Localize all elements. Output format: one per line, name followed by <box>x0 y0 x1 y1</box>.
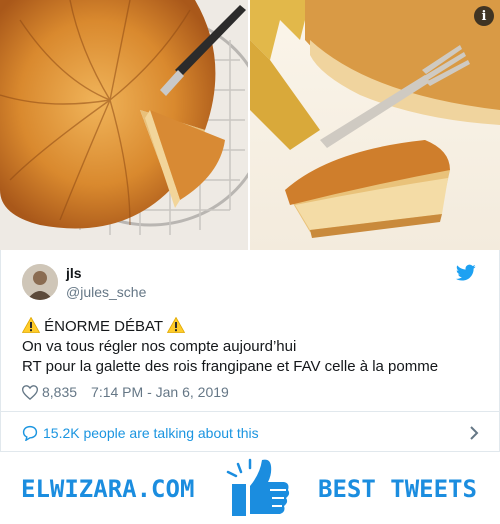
tweet-media[interactable]: i <box>0 0 500 250</box>
tweet-card: jls @jules_sche ÉNORME DÉBAT On va tous … <box>0 250 500 452</box>
heart-icon[interactable] <box>22 384 38 400</box>
galette-pomme-photo[interactable]: i <box>250 0 500 250</box>
tweet-meta: 8,835 7:14 PM - Jan 6, 2019 <box>22 384 229 400</box>
site-footer: ELWIZARA.COM BEST TWEETS <box>0 452 500 524</box>
thumbs-up-icon <box>226 458 290 516</box>
tweet-line-3: RT pour la galette des rois frangipane e… <box>22 358 439 375</box>
tweet-line-1: ÉNORME DÉBAT <box>44 318 163 335</box>
timestamp[interactable]: 7:14 PM - Jan 6, 2019 <box>91 384 229 400</box>
talking-text[interactable]: 15.2K people are talking about this <box>43 425 259 441</box>
twitter-bird-icon[interactable] <box>456 264 476 282</box>
best-tweets-label: BEST TWEETS <box>318 475 477 503</box>
avatar[interactable] <box>22 264 58 300</box>
divider <box>1 411 499 412</box>
chevron-right-icon[interactable] <box>468 425 480 441</box>
tweet-line-2: On va tous régler nos compte aujourd’hui <box>22 338 297 355</box>
talking-link[interactable]: 15.2K people are talking about this <box>22 423 480 443</box>
tweet-headline: ÉNORME DÉBAT <box>22 317 482 337</box>
info-icon[interactable]: i <box>474 6 494 26</box>
galette-frangipane-photo[interactable] <box>0 0 248 250</box>
brand-logo-text[interactable]: ELWIZARA.COM <box>21 475 194 503</box>
like-count[interactable]: 8,835 <box>42 384 77 400</box>
warning-icon <box>166 317 185 333</box>
author-name[interactable]: jls <box>66 265 82 281</box>
author-handle[interactable]: @jules_sche <box>66 284 146 300</box>
speech-bubble-icon <box>22 425 38 441</box>
warning-icon <box>22 317 40 333</box>
tweet-text: ÉNORME DÉBAT On va tous régler nos compt… <box>22 317 482 377</box>
